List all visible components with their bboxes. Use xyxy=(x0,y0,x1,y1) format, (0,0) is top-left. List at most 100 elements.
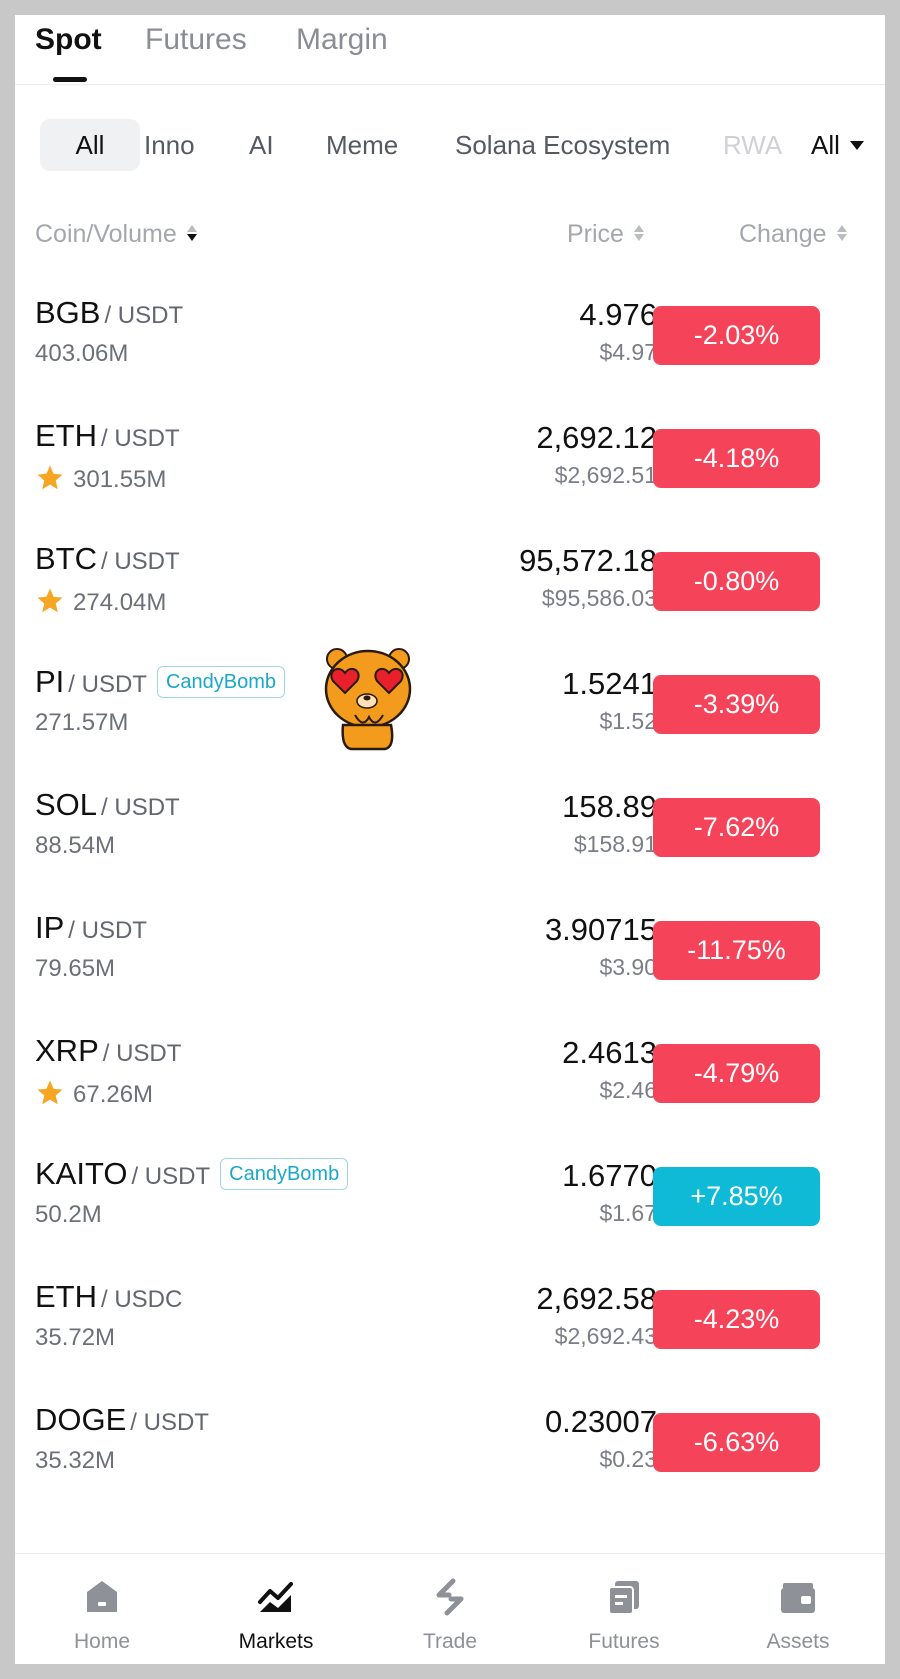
volume: 301.55M xyxy=(73,466,167,493)
base-symbol: XRP xyxy=(35,1033,99,1068)
volume: 274.04M xyxy=(73,589,167,616)
filter-dropdown[interactable]: All xyxy=(801,119,864,171)
fiat-price: $2.46 xyxy=(599,1077,657,1103)
change-badge[interactable]: -4.79% xyxy=(653,1044,820,1103)
market-row[interactable]: KAITO / USDT CandyBomb 50.2M 1.6770 $1.67 +7.8… xyxy=(15,1136,885,1259)
fiat-price: $3.90 xyxy=(599,954,657,980)
trading-pair: SOL / USDT xyxy=(35,787,180,823)
active-tab-indicator xyxy=(53,77,87,82)
change-badge[interactable]: -7.62% xyxy=(653,798,820,857)
base-symbol: PI xyxy=(35,664,65,699)
volume-line: 271.57M xyxy=(35,709,128,737)
category-meme[interactable]: Meme xyxy=(326,119,398,171)
sort-icon xyxy=(186,225,197,241)
markets-chart-icon xyxy=(258,1582,293,1612)
bottom-navigation: Home Markets Trade Futures Assets xyxy=(15,1553,885,1664)
market-row[interactable]: XRP / USDT 67.26M 2.4613 $2.46 -4.79% xyxy=(15,1013,885,1136)
market-row[interactable]: SOL / USDT 88.54M 158.89 $158.91 -7.62% xyxy=(15,767,885,890)
change-badge[interactable]: -0.80% xyxy=(653,552,820,611)
nav-trade[interactable]: Trade xyxy=(363,1554,537,1664)
trading-pair: XRP / USDT xyxy=(35,1033,181,1069)
market-row[interactable]: DOGE / USDT 35.32M 0.23007 $0.23 -6.63% xyxy=(15,1382,885,1505)
base-symbol: BTC xyxy=(35,541,97,576)
fiat-price: $2,692.43 xyxy=(554,1323,657,1349)
quote-symbol: / USDT xyxy=(101,794,180,821)
last-price: 158.89 xyxy=(562,789,657,824)
favorite-star-icon[interactable] xyxy=(35,463,65,493)
base-symbol: IP xyxy=(35,910,65,945)
fiat-price: $2,692.51 xyxy=(554,462,657,488)
volume: 35.32M xyxy=(35,1447,116,1474)
change-badge[interactable]: -4.23% xyxy=(653,1290,820,1349)
tab-spot[interactable]: Spot xyxy=(35,23,102,82)
trade-exchange-icon xyxy=(436,1578,464,1616)
fiat-price: $158.91 xyxy=(573,831,657,857)
category-solana-ecosystem[interactable]: Solana Ecosystem xyxy=(455,119,670,171)
market-row[interactable]: ETH / USDC 35.72M 2,692.58 $2,692.43 -4.23% xyxy=(15,1259,885,1382)
nav-markets-label: Markets xyxy=(238,1630,314,1653)
column-change-label: Change xyxy=(739,220,827,248)
favorite-star-icon[interactable] xyxy=(35,586,65,616)
quote-symbol: / USDT xyxy=(130,1409,209,1436)
market-row[interactable]: PI / USDT CandyBomb 271.57M 1.5241 $1.52 -3.39… xyxy=(15,644,885,767)
favorite-star-icon[interactable] xyxy=(35,1078,65,1108)
change-badge[interactable]: -6.63% xyxy=(653,1413,820,1472)
market-row[interactable]: IP / USDT 79.65M 3.90715 $3.90 -11.75% xyxy=(15,890,885,1013)
volume-line: 274.04M xyxy=(35,586,166,617)
tab-margin[interactable]: Margin xyxy=(296,23,388,57)
app-frame: Spot Futures Margin All Inno AI Meme Sol… xyxy=(15,15,885,1664)
change-badge[interactable]: -4.18% xyxy=(653,429,820,488)
trading-pair: KAITO / USDT CandyBomb xyxy=(35,1156,349,1192)
last-price: 2,692.12 xyxy=(536,420,657,455)
home-icon xyxy=(87,1581,117,1612)
column-change[interactable]: Change xyxy=(739,220,847,249)
wallet-icon xyxy=(781,1583,815,1613)
category-inno[interactable]: Inno xyxy=(144,119,195,171)
tab-futures[interactable]: Futures xyxy=(145,23,247,57)
sort-icon xyxy=(633,225,644,241)
column-price-label: Price xyxy=(567,220,624,248)
volume: 88.54M xyxy=(35,832,116,859)
volume-line: 35.72M xyxy=(35,1324,115,1352)
market-row[interactable]: ETH / USDT 301.55M 2,692.12 $2,692.51 -4.18% xyxy=(15,398,885,521)
base-symbol: KAITO xyxy=(35,1156,128,1191)
market-row[interactable]: BGB / USDT 403.06M 4.976 $4.97 -2.03% xyxy=(15,275,885,398)
base-symbol: DOGE xyxy=(35,1402,127,1437)
column-price[interactable]: Price xyxy=(567,220,644,249)
category-all[interactable]: All xyxy=(40,119,140,171)
column-coin-volume[interactable]: Coin/Volume xyxy=(35,220,197,249)
quote-symbol: / USDT xyxy=(101,425,180,452)
trading-pair: ETH / USDC xyxy=(35,1279,182,1315)
quote-symbol: / USDT xyxy=(102,1040,182,1067)
change-badge[interactable]: -2.03% xyxy=(653,306,820,365)
last-price: 2.4613 xyxy=(562,1035,657,1070)
quote-symbol: / USDT xyxy=(104,302,184,329)
trading-pair: PI / USDT CandyBomb xyxy=(35,664,286,700)
nav-trade-label: Trade xyxy=(422,1630,478,1653)
last-price: 0.23007 xyxy=(544,1404,657,1439)
change-badge[interactable]: -3.39% xyxy=(653,675,820,734)
caret-down-icon xyxy=(849,141,864,150)
category-ai[interactable]: AI xyxy=(249,119,274,171)
nav-assets[interactable]: Assets xyxy=(711,1554,885,1664)
trading-pair: BTC / USDT xyxy=(35,541,180,577)
column-coin-volume-label: Coin/Volume xyxy=(35,220,177,248)
last-price: 3.90715 xyxy=(544,912,657,947)
base-symbol: SOL xyxy=(35,787,98,822)
filter-dropdown-label: All xyxy=(811,130,840,160)
volume-line: 79.65M xyxy=(35,955,115,983)
quote-symbol: / USDT xyxy=(131,1163,211,1190)
market-type-tabs: Spot Futures Margin xyxy=(15,15,885,85)
volume: 67.26M xyxy=(73,1081,154,1108)
change-badge[interactable]: +7.85% xyxy=(653,1167,820,1226)
last-price: 2,692.58 xyxy=(536,1281,657,1316)
fiat-price: $1.67 xyxy=(599,1200,657,1226)
last-price: 1.6770 xyxy=(562,1158,657,1193)
category-rwa[interactable]: RWA xyxy=(723,119,803,171)
nav-home[interactable]: Home xyxy=(15,1554,189,1664)
nav-markets[interactable]: Markets xyxy=(189,1554,363,1664)
change-badge[interactable]: -11.75% xyxy=(653,921,820,980)
market-row[interactable]: BTC / USDT 274.04M 95,572.18 $95,586.03 -0.80… xyxy=(15,521,885,644)
nav-futures[interactable]: Futures xyxy=(537,1554,711,1664)
volume-line: 88.54M xyxy=(35,832,115,860)
